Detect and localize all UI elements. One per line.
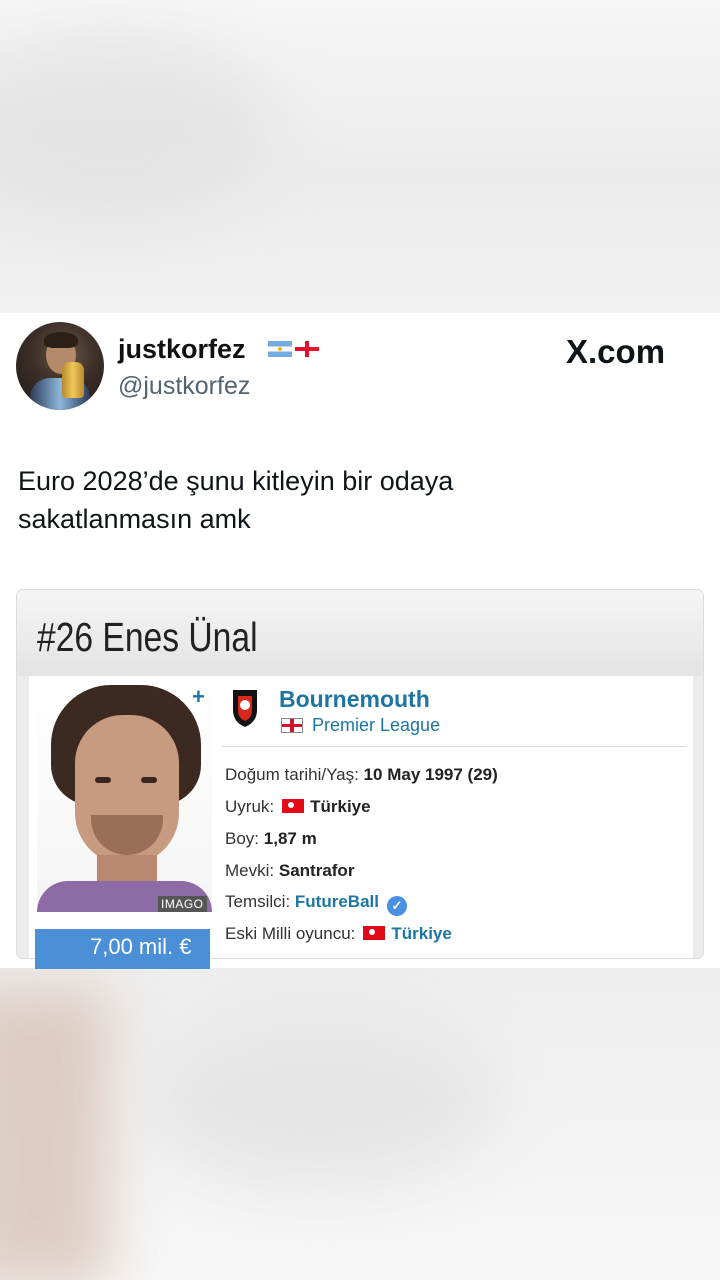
tweet-text-line-2: sakatlanmasın amk (18, 504, 251, 534)
detail-row-position: Mevki: Santrafor (225, 861, 354, 881)
divider (222, 746, 686, 747)
background-top (0, 0, 720, 313)
player-photo (37, 685, 212, 912)
georgia-flag-icon (295, 341, 319, 357)
detail-label: Uyruk: (225, 797, 275, 816)
user-handle[interactable]: @justkorfez (118, 372, 250, 401)
bournemouth-crest-icon (233, 690, 257, 727)
turkey-flag-icon (363, 926, 386, 940)
photo-credit: IMAGO (158, 896, 207, 912)
x-logo: X.com (566, 333, 666, 370)
detail-value: 1,87 m (263, 829, 317, 848)
detail-label: Eski Milli oyuncu: (225, 924, 356, 943)
tweet-text-line-1: Euro 2028’de şunu kitleyin bir odaya (18, 466, 454, 496)
national-team-link[interactable]: Türkiye (391, 924, 451, 943)
turkey-flag-icon (282, 799, 305, 813)
detail-value: Santrafor (278, 861, 355, 880)
detail-row-agent: Temsilci: FutureBall ✓ (225, 892, 407, 916)
check-icon: ✓ (386, 896, 407, 916)
detail-row-nationality: Uyruk: Türkiye (225, 797, 371, 817)
player-title: #26 Enes Ünal (37, 614, 258, 660)
england-flag-icon (281, 718, 303, 733)
detail-row-height: Boy: 1,87 m (225, 829, 317, 849)
league-name[interactable]: Premier League (312, 715, 440, 736)
detail-label: Doğum tarihi/Yaş: (225, 765, 359, 784)
avatar[interactable] (16, 322, 104, 410)
plus-icon: + (192, 684, 205, 709)
detail-label: Boy: (225, 829, 260, 848)
argentina-flag-icon (268, 341, 292, 357)
detail-label: Mevki: (225, 861, 275, 880)
detail-value: Türkiye (310, 797, 371, 816)
detail-label: Temsilci: (225, 892, 291, 911)
agent-link[interactable]: FutureBall (295, 892, 379, 911)
market-value: 7,00 mil. € (90, 934, 192, 959)
player-header: #26 Enes Ünal (17, 590, 703, 676)
flag-emojis (268, 341, 319, 357)
detail-row-national-team: Eski Milli oyuncu: Türkiye (225, 924, 452, 944)
display-name[interactable]: justkorfez (118, 334, 246, 365)
detail-value: 10 May 1997 (29) (363, 765, 498, 784)
club-name[interactable]: Bournemouth (279, 686, 430, 713)
background-bottom (0, 968, 720, 1280)
tweet-text: Euro 2028’de şunu kitleyin bir odaya sak… (18, 462, 658, 538)
detail-row-birth: Doğum tarihi/Yaş: 10 May 1997 (29) (225, 765, 498, 785)
